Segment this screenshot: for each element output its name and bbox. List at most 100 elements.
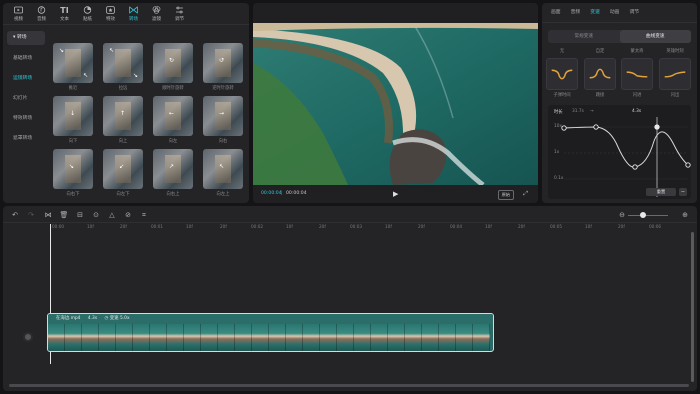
arrow-icon: ↘ xyxy=(132,72,138,79)
clip-frame xyxy=(371,324,388,351)
sidebar-item-basic[interactable]: 基础转场 xyxy=(7,49,45,69)
curve-point[interactable] xyxy=(632,164,638,170)
transition-thumb-left[interactable]: ← xyxy=(153,96,193,136)
normal-speed-option[interactable]: 常规变速 xyxy=(548,30,620,43)
transition-label: 拉远 xyxy=(118,86,128,91)
transition-thumb-down-left[interactable]: ↙ xyxy=(103,149,143,189)
sidebar-item-camera[interactable]: 运镜转场 xyxy=(7,69,45,89)
timeline-horizontal-scrollbar[interactable] xyxy=(9,384,689,387)
curve-point[interactable] xyxy=(685,162,691,168)
media-panel: 视频 音频 TI 文本 贴纸 特效 转场 滤镜 调节 ▾ 转场 基础转场 运镜转… xyxy=(3,3,249,203)
transition-label: 逆时针旋转 xyxy=(212,86,234,91)
zoom-out-icon[interactable]: ⊖ xyxy=(617,210,627,220)
video-clip[interactable]: 在海边.mp4 4.3s ◷ 变速 5.0x xyxy=(47,313,494,352)
tool-sticker[interactable]: 贴纸 xyxy=(76,3,99,25)
reset-button[interactable]: 重置 xyxy=(646,188,676,196)
tab-audio[interactable]: 音频 xyxy=(566,3,586,22)
ruler-tick: 10f xyxy=(385,224,392,229)
tab-adjust[interactable]: 调节 xyxy=(624,3,644,22)
preset-label: 无 xyxy=(559,49,565,54)
delete-icon[interactable]: 🗑 xyxy=(59,210,69,220)
transition-thumb-push-in[interactable]: ↘ ↖ xyxy=(53,43,93,83)
transition-thumb-down-right[interactable]: ↘ xyxy=(53,149,93,189)
transition-thumb-rotate-ccw[interactable]: ↺ xyxy=(203,43,243,83)
sidebar-item-effect[interactable]: 特效转场 xyxy=(7,109,45,129)
arrow-down-right-icon: ↘ xyxy=(69,163,75,170)
clip-frame xyxy=(422,324,439,351)
clip-speed: 变速 5.0x xyxy=(109,316,130,321)
mirror-icon[interactable]: △ xyxy=(107,210,117,220)
transition-thumb-up[interactable]: ↑ xyxy=(103,96,143,136)
effects-icon xyxy=(106,6,115,14)
clip-frame xyxy=(184,324,201,351)
video-preview[interactable] xyxy=(253,23,538,185)
clip-frame xyxy=(99,324,116,351)
timeline-ruler[interactable]: 00:00 10f 20f 00:01 10f 20f 00:02 10f 20… xyxy=(3,223,697,234)
track-audio-toggle-icon[interactable] xyxy=(23,332,33,342)
ruler-tick: 20f xyxy=(319,224,326,229)
transition-thumb-rotate-cw[interactable]: ↻ xyxy=(153,43,193,83)
crop-icon[interactable]: ⌗ xyxy=(139,210,149,220)
clip-frame xyxy=(337,324,354,351)
transition-label: 向右上 xyxy=(166,192,180,197)
delete-point-button[interactable]: − xyxy=(679,188,687,196)
preset-label: 英雄时刻 xyxy=(666,49,684,54)
redo-icon[interactable]: ↷ xyxy=(26,210,36,220)
fullscreen-icon[interactable]: ⤢ xyxy=(523,190,528,198)
curve-bullet-time-icon xyxy=(551,69,573,80)
reverse-icon[interactable]: ⊙ xyxy=(91,210,101,220)
ruler-tick: 00:04 xyxy=(450,224,463,229)
tab-picture[interactable]: 画面 xyxy=(546,3,566,22)
tool-effects[interactable]: 特效 xyxy=(99,3,122,25)
preset-bullet-time[interactable] xyxy=(546,58,578,90)
transition-thumb-right[interactable]: → xyxy=(203,96,243,136)
play-button[interactable]: ▶ xyxy=(393,190,398,198)
freeze-icon[interactable]: ⊟ xyxy=(75,210,85,220)
curve-speed-option[interactable]: 曲线变速 xyxy=(619,30,691,43)
preset-jump-cut[interactable] xyxy=(584,58,616,90)
timeline-vertical-scrollbar[interactable] xyxy=(691,232,694,382)
preset-flash-out[interactable] xyxy=(659,58,691,90)
tool-transition[interactable]: 转场 xyxy=(122,3,145,25)
clip-frame xyxy=(167,324,184,351)
ruler-tick: 20f xyxy=(120,224,127,229)
speed-curve-editor[interactable]: 时长 31.7s → 4.3s 10x 1x 0.1x 重置 − xyxy=(548,105,691,199)
preset-flash-in[interactable] xyxy=(621,58,653,90)
clip-frame xyxy=(65,324,82,351)
transition-label: 向下 xyxy=(68,139,78,144)
tab-animation[interactable]: 动画 xyxy=(605,3,625,22)
clip-frame xyxy=(286,324,303,351)
original-ratio-button[interactable]: 原始 xyxy=(497,190,514,200)
sidebar-item-transitions[interactable]: ▾ 转场 xyxy=(7,31,45,45)
curve-point[interactable] xyxy=(561,125,567,131)
ruler-tick: 10f xyxy=(186,224,193,229)
sidebar-item-slideshow[interactable]: 幻灯片 xyxy=(7,89,45,109)
current-time: 00:00:04 xyxy=(261,191,282,196)
zoom-in-icon[interactable]: ⊕ xyxy=(680,210,690,220)
tool-audio[interactable]: 音频 xyxy=(30,3,53,25)
transition-thumb-down[interactable]: ↓ xyxy=(53,96,93,136)
adjust-icon xyxy=(175,6,184,14)
audio-icon xyxy=(37,6,46,14)
tool-adjust[interactable]: 调节 xyxy=(168,3,191,25)
zoom-slider-track[interactable] xyxy=(628,215,668,216)
curve-point-selected[interactable] xyxy=(654,124,660,130)
rotate-icon[interactable]: ⊘ xyxy=(123,210,133,220)
sidebar-item-mask[interactable]: 遮罩转场 xyxy=(7,129,45,149)
ruler-tick: 00:03 xyxy=(350,224,363,229)
tool-filter[interactable]: 滤镜 xyxy=(145,3,168,25)
text-icon: TI xyxy=(60,5,69,15)
tool-text[interactable]: TI 文本 xyxy=(53,3,76,25)
clip-frame xyxy=(150,324,167,351)
undo-icon[interactable]: ↶ xyxy=(10,210,20,220)
tool-video[interactable]: 视频 xyxy=(7,3,30,25)
transition-thumb-up-right[interactable]: ↗ xyxy=(153,149,193,189)
split-icon[interactable]: ⋈ xyxy=(43,210,53,220)
transition-thumb-up-left[interactable]: ↖ xyxy=(203,149,243,189)
curve-point[interactable] xyxy=(593,124,599,130)
ruler-tick: 00:06 xyxy=(649,224,662,229)
zoom-slider-knob[interactable] xyxy=(640,212,646,218)
transition-thumb-pull-out[interactable]: ↖ ↘ xyxy=(103,43,143,83)
curve-flash-out-icon xyxy=(664,71,686,78)
tab-speed[interactable]: 变速 xyxy=(585,3,605,22)
